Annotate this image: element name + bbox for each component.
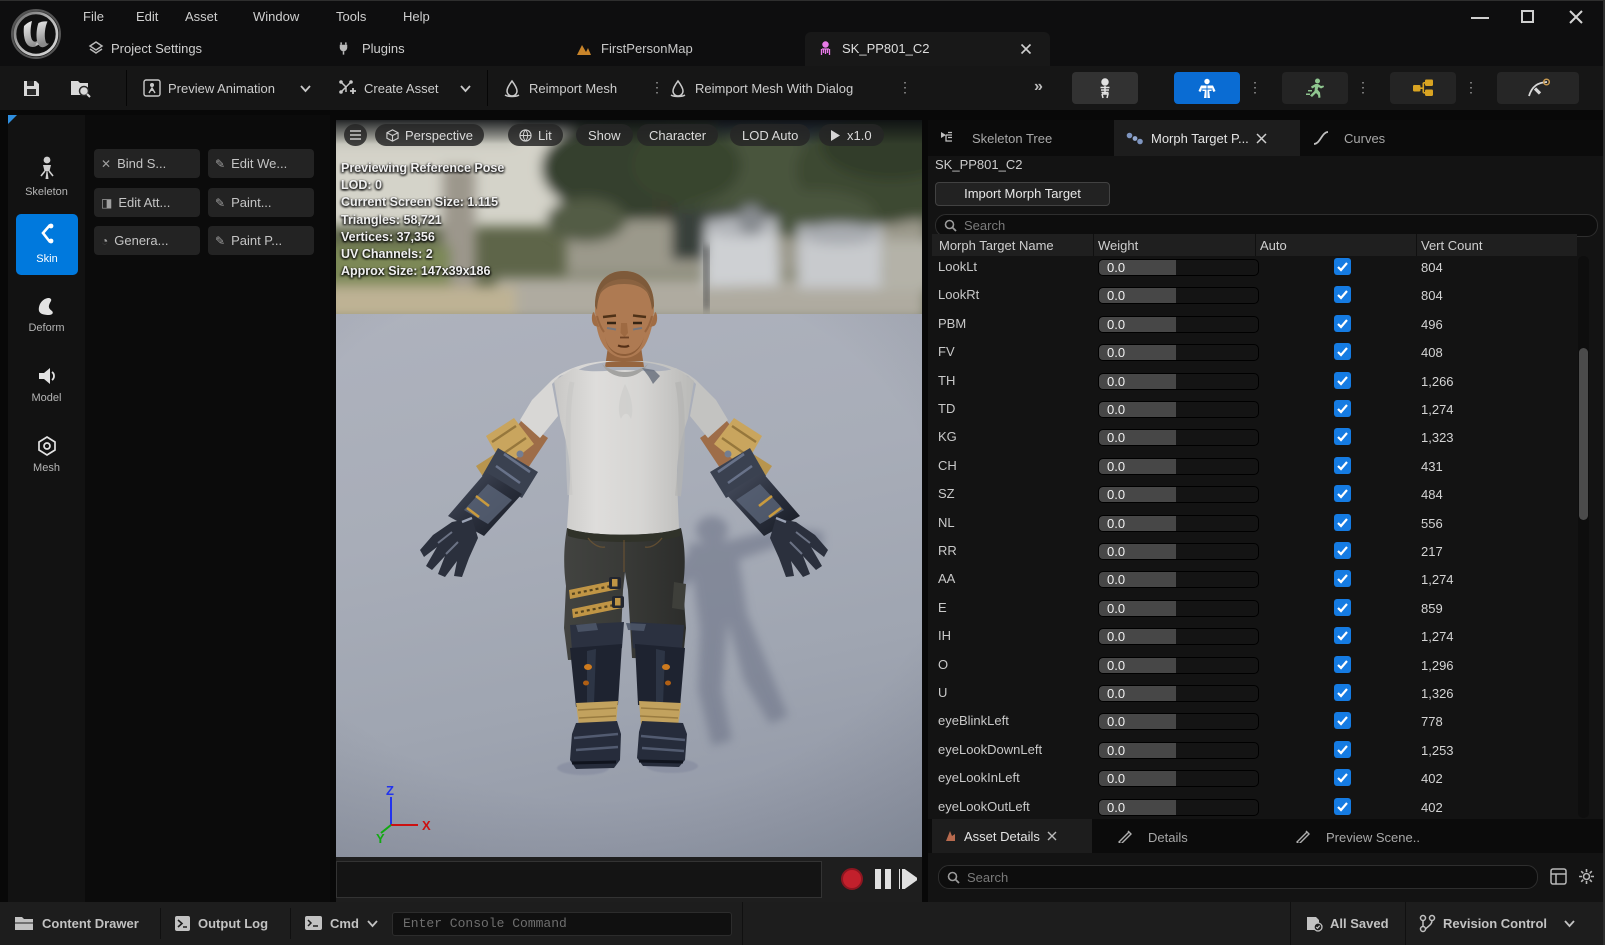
svg-text:Y: Y: [376, 831, 385, 845]
svg-text:X: X: [422, 818, 431, 833]
svg-text:Z: Z: [386, 785, 394, 798]
